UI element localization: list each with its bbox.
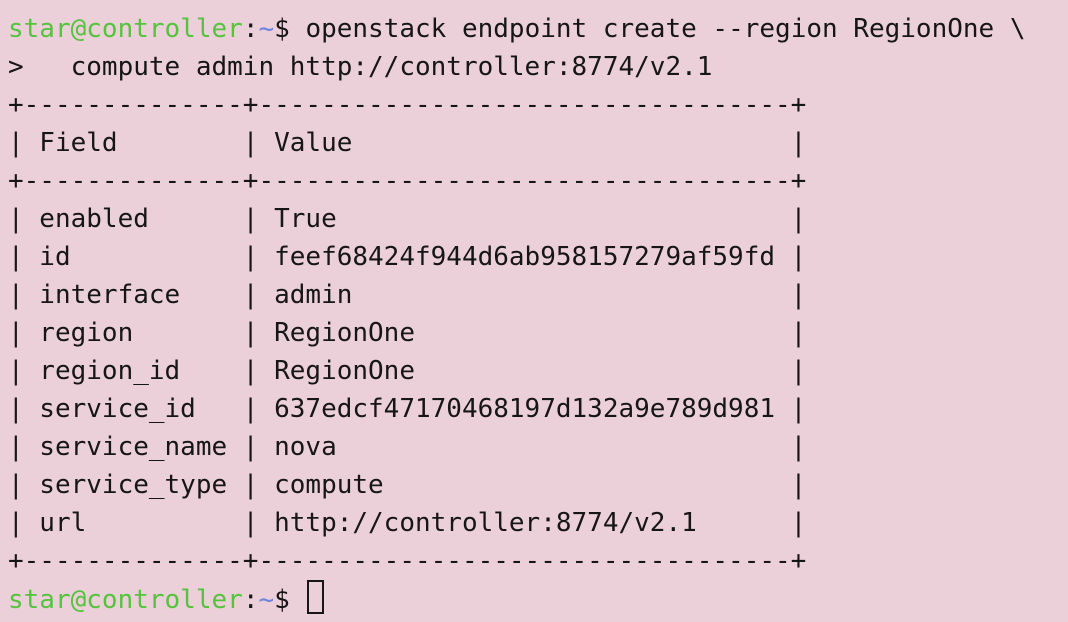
table-border-top: +--------------+------------------------…	[8, 90, 807, 120]
prompt-user-host: star@controller	[8, 14, 243, 44]
table-row: | region | RegionOne |	[8, 318, 807, 348]
prompt-path: ~	[258, 585, 275, 615]
table-border-bottom: +--------------+------------------------…	[8, 546, 807, 576]
terminal-window[interactable]: star@controller:~$ openstack endpoint cr…	[0, 0, 1068, 622]
prompt-separator: :	[242, 585, 259, 615]
prompt-path: ~	[258, 14, 275, 44]
table-row: | enabled | True |	[8, 204, 807, 234]
table-row: | url | http://controller:8774/v2.1 |	[8, 508, 807, 538]
table-row: | service_type | compute |	[8, 470, 807, 500]
table-header: | Field | Value |	[8, 128, 807, 158]
table-border-mid: +--------------+------------------------…	[8, 166, 807, 196]
prompt-user-host: star@controller	[8, 585, 243, 615]
command-line: star@controller:~$ openstack endpoint cr…	[8, 10, 1068, 48]
prompt-separator: :	[242, 14, 259, 44]
command-text: openstack endpoint create --region Regio…	[305, 14, 1026, 44]
table-row: | id | feef68424f944d6ab958157279af59fd …	[8, 242, 807, 272]
table-row: | interface | admin |	[8, 280, 807, 310]
prompt-symbol: $	[274, 14, 306, 44]
table-row: | service_id | 637edcf47170468197d132a9e…	[8, 394, 807, 424]
command-continuation: > compute admin http://controller:8774/v…	[8, 52, 713, 82]
table-row: | service_name | nova |	[8, 432, 807, 462]
text-cursor[interactable]	[307, 580, 325, 614]
table-row: | region_id | RegionOne |	[8, 356, 807, 386]
final-prompt-line[interactable]: star@controller:~$	[8, 580, 1068, 618]
prompt-symbol: $	[274, 585, 306, 615]
